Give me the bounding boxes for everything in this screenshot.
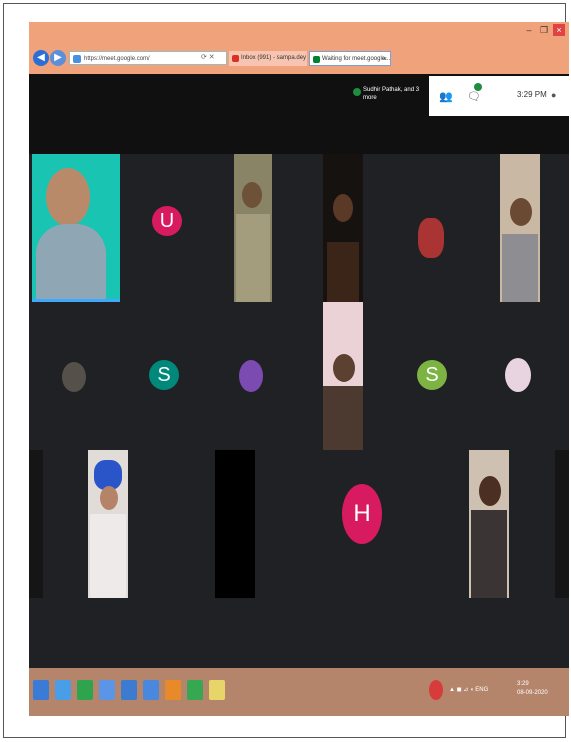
video-tile-blank[interactable] bbox=[215, 450, 255, 598]
forward-button[interactable]: ▶ bbox=[50, 50, 66, 66]
tab-label: Inbox (991) - sampa.dey bbox=[241, 55, 307, 61]
window-controls: – ❐ × bbox=[523, 24, 565, 36]
person-face bbox=[333, 194, 353, 222]
video-tile[interactable] bbox=[88, 450, 128, 598]
person-face bbox=[242, 182, 262, 208]
user-avatar-icon[interactable]: ● bbox=[551, 90, 556, 100]
ie-icon[interactable] bbox=[55, 680, 71, 700]
screenshot-frame: – ❐ × ◀ ▶ https://meet.google.com/ ⟳ ✕ I… bbox=[3, 3, 569, 738]
person-body bbox=[90, 514, 126, 598]
person-body bbox=[36, 224, 106, 302]
tab-close-icon[interactable]: × bbox=[383, 52, 387, 65]
browser-titlebar: – ❐ × ◀ ▶ https://meet.google.com/ ⟳ ✕ I… bbox=[29, 22, 569, 74]
tab-meet[interactable]: Waiting for meet.google... × bbox=[309, 51, 391, 66]
clock-time: 3:29 bbox=[517, 681, 529, 687]
participant-avatar[interactable]: S bbox=[149, 360, 179, 390]
video-tile[interactable] bbox=[234, 154, 272, 302]
firefox-icon[interactable] bbox=[165, 680, 181, 700]
joined-notification: Sudhir Pathak, and 3 more bbox=[353, 86, 425, 102]
person-face bbox=[46, 168, 90, 226]
meeting-time: 3:29 PM bbox=[517, 90, 547, 99]
person-body bbox=[327, 242, 359, 302]
video-tile[interactable] bbox=[323, 154, 363, 302]
windows-taskbar: ▲ ◼ ⊿ ◖ ENG 3:29 08-09-2020 bbox=[29, 668, 569, 716]
address-text: https://meet.google.com/ bbox=[84, 56, 150, 62]
start-icon[interactable] bbox=[33, 680, 49, 700]
participant-photo-avatar[interactable] bbox=[62, 362, 86, 392]
person-face bbox=[510, 198, 532, 226]
tab-inbox[interactable]: Inbox (991) - sampa.dey bbox=[229, 51, 307, 66]
refresh-icon[interactable]: ⟳ ✕ bbox=[201, 51, 215, 65]
video-tile[interactable] bbox=[323, 302, 363, 450]
participant-photo-avatar[interactable] bbox=[239, 360, 263, 392]
active-speaker-bar bbox=[32, 299, 120, 302]
participant-avatar[interactable]: U bbox=[152, 206, 182, 236]
avatar-initial: U bbox=[159, 210, 175, 232]
site-favicon-icon bbox=[73, 55, 81, 63]
people-icon[interactable]: 👥 bbox=[439, 90, 453, 103]
store-icon[interactable] bbox=[77, 680, 93, 700]
tab-label: Waiting for meet.google... bbox=[322, 56, 391, 62]
home-icon[interactable] bbox=[143, 680, 159, 700]
video-tile-strip bbox=[29, 450, 43, 598]
meet-toolbar: 👥 🗨 3:29 PM ● bbox=[429, 76, 569, 116]
joined-text: Sudhir Pathak, and 3 more bbox=[363, 87, 420, 101]
minimize-button[interactable]: – bbox=[523, 24, 535, 36]
person-face bbox=[333, 354, 355, 382]
antivirus-icon[interactable] bbox=[429, 680, 443, 700]
video-tile[interactable] bbox=[32, 154, 120, 302]
notes-icon[interactable] bbox=[209, 680, 225, 700]
computer-icon[interactable] bbox=[121, 680, 137, 700]
avatar-initial: H bbox=[353, 500, 371, 527]
avatar-initial: S bbox=[157, 364, 171, 386]
participant-avatar[interactable]: S bbox=[417, 360, 447, 390]
back-button[interactable]: ◀ bbox=[33, 50, 49, 66]
participant-icon bbox=[353, 88, 361, 96]
avatar-initial: S bbox=[425, 364, 439, 386]
participant-photo-avatar[interactable] bbox=[418, 218, 444, 258]
mail-icon bbox=[232, 55, 239, 62]
clock-date: 08-09-2020 bbox=[517, 690, 548, 696]
system-tray[interactable]: ▲ ◼ ⊿ ◖ ENG bbox=[449, 686, 488, 693]
participant-avatar[interactable]: H bbox=[342, 484, 382, 544]
person-body bbox=[323, 386, 363, 450]
participant-photo-avatar[interactable] bbox=[505, 358, 531, 392]
close-button[interactable]: × bbox=[553, 24, 565, 36]
maximize-button[interactable]: ❐ bbox=[538, 24, 550, 36]
desktop-screen: – ❐ × ◀ ▶ https://meet.google.com/ ⟳ ✕ I… bbox=[29, 22, 569, 716]
video-tile[interactable] bbox=[469, 450, 509, 598]
video-tile-strip bbox=[555, 450, 569, 598]
person-body bbox=[236, 214, 270, 302]
person-face bbox=[100, 486, 118, 510]
person-body bbox=[471, 510, 507, 598]
person-face bbox=[479, 476, 501, 506]
video-tile[interactable] bbox=[500, 154, 540, 302]
meet-icon bbox=[313, 56, 320, 63]
explorer-icon[interactable] bbox=[99, 680, 115, 700]
chrome-icon[interactable] bbox=[187, 680, 203, 700]
taskbar-clock[interactable]: 3:29 08-09-2020 bbox=[517, 680, 548, 698]
chat-icon[interactable]: 🗨 bbox=[467, 90, 481, 103]
person-body bbox=[502, 234, 538, 302]
